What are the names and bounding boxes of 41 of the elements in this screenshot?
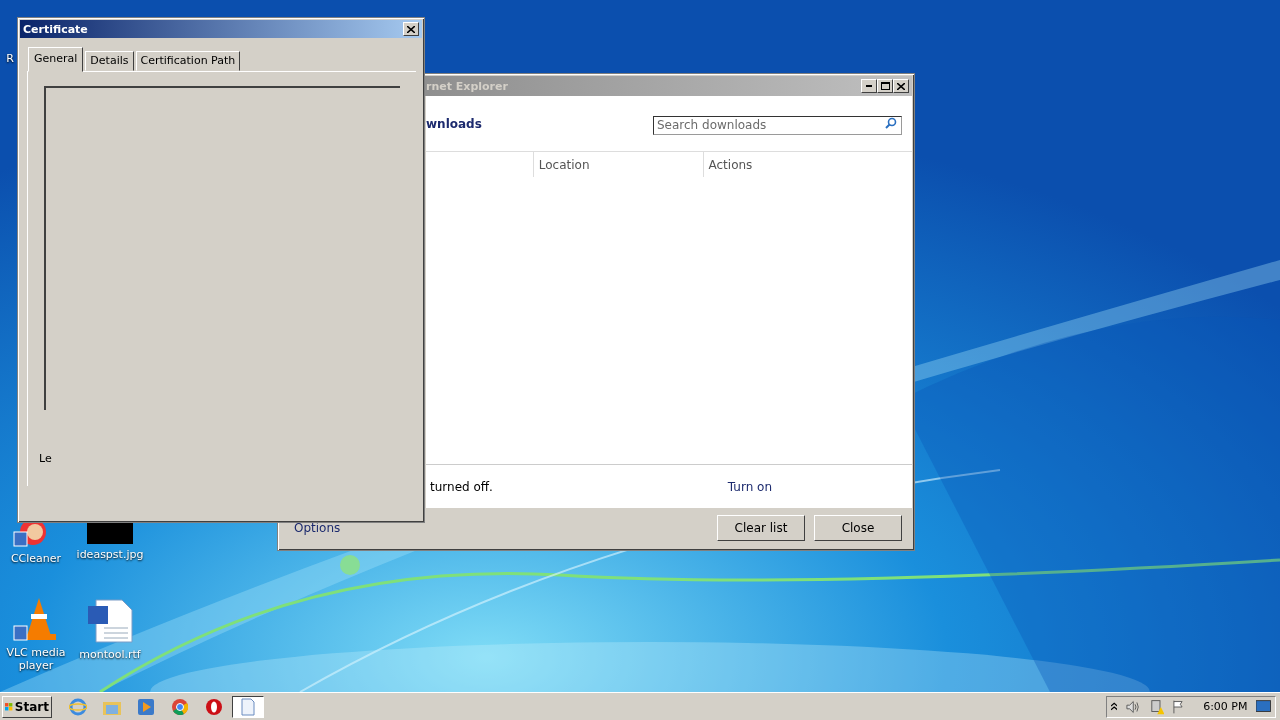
minimize-icon [866, 85, 872, 87]
window-title: Certificate [23, 22, 88, 36]
maximize-icon [880, 82, 890, 90]
field-label: Le [39, 452, 53, 465]
close-button[interactable] [893, 79, 909, 93]
word-document-icon [86, 598, 134, 644]
play-icon [138, 698, 154, 715]
tab[interactable]: General [28, 47, 84, 72]
close-button[interactable] [403, 22, 419, 36]
chevron-up-icon [1111, 702, 1118, 711]
opera-icon [206, 698, 222, 715]
column-header[interactable]: Actions [708, 157, 753, 172]
chrome-icon [172, 698, 188, 715]
maximize-button[interactable] [877, 79, 893, 93]
close-icon [897, 82, 905, 90]
desktop-icon-label[interactable]: CCleaner [10, 552, 62, 565]
tab[interactable]: Details [85, 51, 134, 71]
column-header[interactable]: Location [538, 157, 590, 172]
desktop-icon-label[interactable]: VLC media player [0, 646, 73, 672]
show-desktop-icon [1256, 699, 1271, 714]
clock: 6:00 PM [1203, 700, 1248, 713]
close-icon [407, 25, 415, 33]
minimize-button[interactable] [861, 79, 877, 93]
dialog-button[interactable]: Close [814, 515, 902, 541]
tab[interactable]: Certification Path [135, 51, 241, 71]
taskbar-button[interactable] [232, 695, 264, 718]
search-icon [885, 117, 897, 129]
options-link[interactable]: Options [294, 521, 341, 535]
desktop-icon-label[interactable]: R [6, 52, 14, 65]
speaker-icon [1126, 699, 1141, 714]
start-button[interactable]: Start [2, 695, 52, 718]
turn-on-link[interactable]: Turn on [727, 479, 772, 494]
browser-e-icon [69, 697, 87, 716]
dialog-button[interactable]: Clear list [717, 515, 805, 541]
blank-page-icon [241, 697, 255, 716]
network-warning-icon [1149, 698, 1165, 715]
search-field[interactable]: Search downloads [653, 115, 902, 135]
window-title: rnet Explorer [426, 79, 508, 93]
status-text: turned off. [430, 479, 493, 494]
page-heading: wnloads [426, 116, 482, 131]
image-thumbnail-icon [87, 522, 133, 544]
